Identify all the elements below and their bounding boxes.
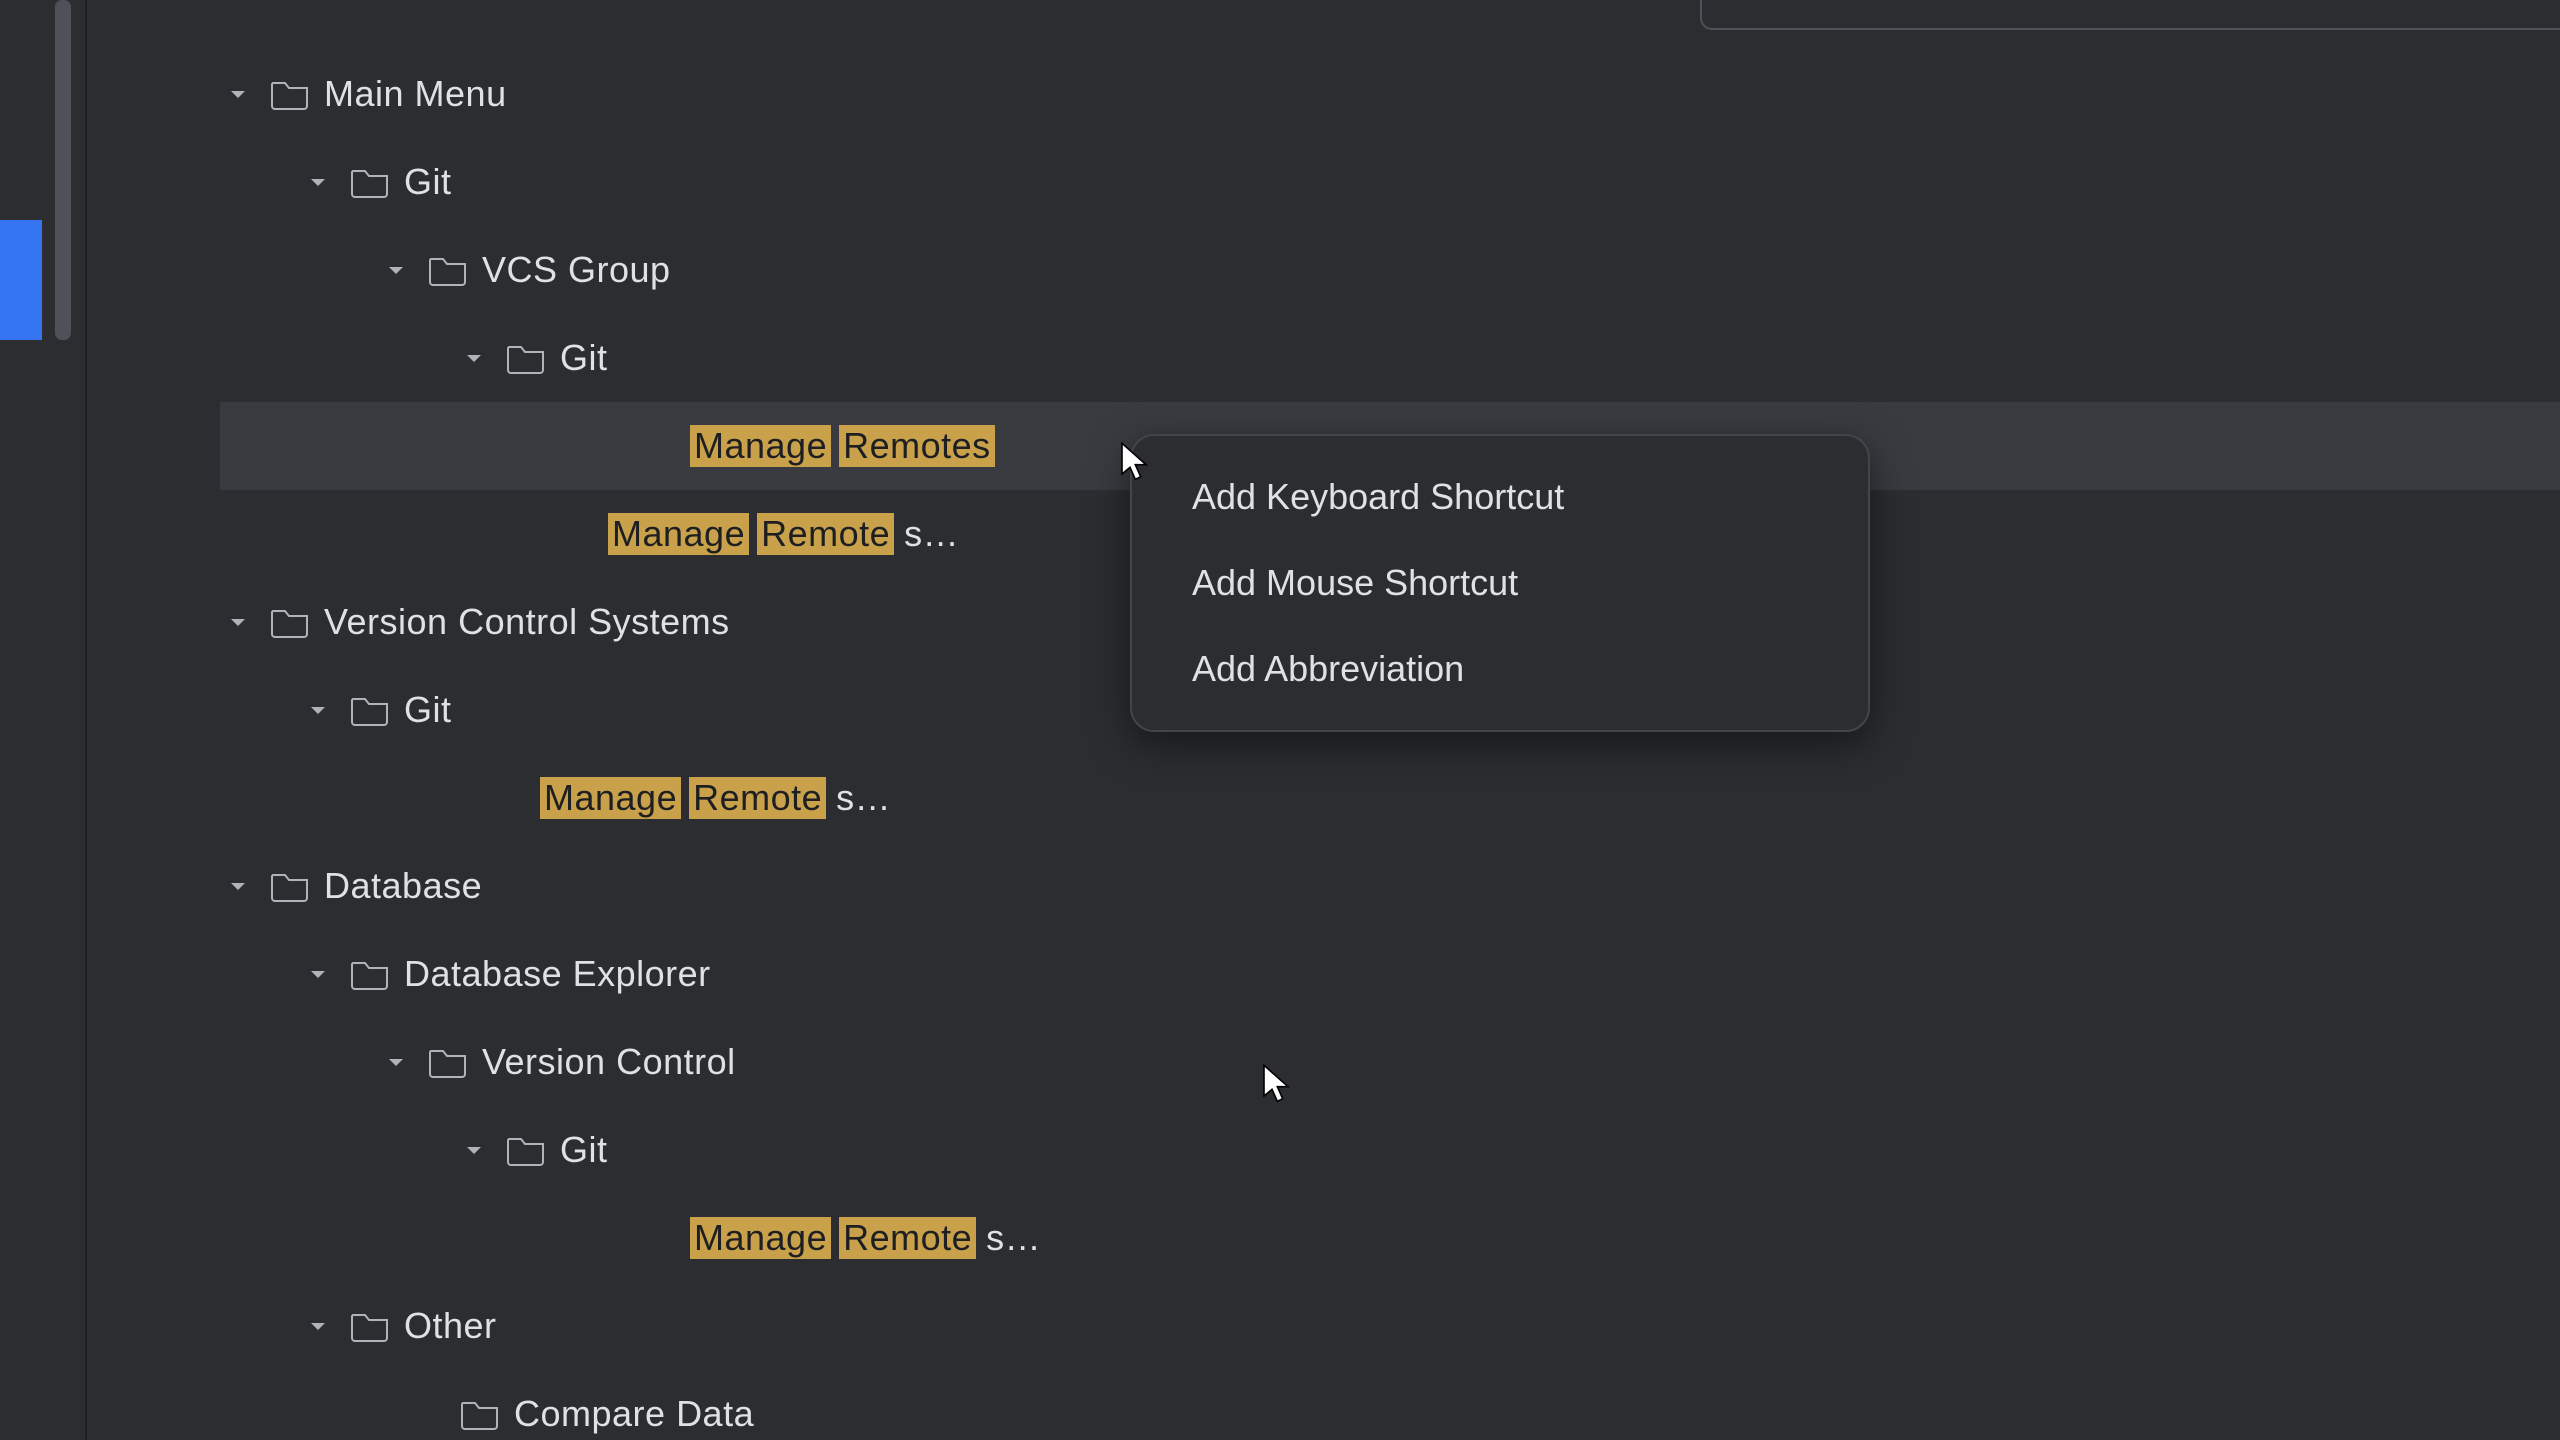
label-suffix: s… [836, 777, 891, 818]
label-suffix: s… [986, 1217, 1041, 1258]
tree-label: ManageRemotes… [690, 1217, 1041, 1259]
scrollbar-thumb[interactable] [55, 0, 71, 340]
folder-icon [270, 604, 310, 640]
folder-icon [350, 164, 390, 200]
folder-icon [270, 868, 310, 904]
tree-label: Main Menu [324, 73, 507, 115]
tree-label: Compare Data [514, 1393, 754, 1435]
tree-label: Database Explorer [404, 953, 711, 995]
tree-label: VCS Group [482, 249, 671, 291]
tree-node-git-inner[interactable]: Git [160, 314, 2560, 402]
tree-node-git[interactable]: Git [160, 138, 2560, 226]
folder-icon [506, 1132, 546, 1168]
left-gutter [0, 0, 85, 1440]
folder-icon [270, 76, 310, 112]
chevron-down-icon[interactable] [378, 252, 414, 288]
chevron-down-icon[interactable] [300, 692, 336, 728]
folder-icon [350, 692, 390, 728]
tree-label: ManageRemotes [690, 425, 995, 467]
selection-accent [0, 220, 42, 340]
chevron-down-icon[interactable] [220, 76, 256, 112]
tree-node-db-explorer[interactable]: Database Explorer [160, 930, 2560, 1018]
chevron-down-icon[interactable] [220, 868, 256, 904]
keymap-tree: Main Menu Git VCS Group Git Ma [160, 50, 2560, 1440]
chevron-down-icon[interactable] [300, 164, 336, 200]
tree-label: Version Control [482, 1041, 736, 1083]
search-highlight: Manage [690, 425, 831, 467]
search-highlight: Manage [608, 513, 749, 555]
tree-label: ManageRemotes… [540, 777, 891, 819]
tree-node-database[interactable]: Database [160, 842, 2560, 930]
folder-icon [506, 340, 546, 376]
menu-item-add-keyboard-shortcut[interactable]: Add Keyboard Shortcut [1132, 454, 1868, 540]
menu-item-add-abbreviation[interactable]: Add Abbreviation [1132, 626, 1868, 712]
folder-icon [350, 1308, 390, 1344]
tree-node-git-db[interactable]: Git [160, 1106, 2560, 1194]
tree-leaf-manage-remotes-db[interactable]: ManageRemotes… [160, 1194, 2560, 1282]
tree-label: Git [404, 161, 452, 203]
tree-node-version-control[interactable]: Version Control [160, 1018, 2560, 1106]
context-menu: Add Keyboard Shortcut Add Mouse Shortcut… [1130, 434, 1870, 732]
tree-node-main-menu[interactable]: Main Menu [160, 50, 2560, 138]
search-highlight: Remote [839, 1217, 976, 1259]
tree-label: Git [560, 337, 608, 379]
folder-icon [460, 1396, 500, 1432]
tree-label: Version Control Systems [324, 601, 730, 643]
chevron-down-icon[interactable] [378, 1044, 414, 1080]
search-box-outline[interactable] [1700, 0, 2560, 30]
tree-leaf-manage-remotes-vcs[interactable]: ManageRemotes… [160, 754, 2560, 842]
tree-label: Other [404, 1305, 497, 1347]
menu-item-add-mouse-shortcut[interactable]: Add Mouse Shortcut [1132, 540, 1868, 626]
tree-node-other[interactable]: Other [160, 1282, 2560, 1370]
tree-label: ManageRemotes… [608, 513, 959, 555]
chevron-down-icon[interactable] [220, 604, 256, 640]
search-highlight: Manage [690, 1217, 831, 1259]
chevron-down-icon[interactable] [300, 1308, 336, 1344]
search-highlight: Manage [540, 777, 681, 819]
search-highlight: Remotes [839, 425, 995, 467]
folder-icon [350, 956, 390, 992]
folder-icon [428, 1044, 468, 1080]
panel-divider [85, 0, 87, 1440]
tree-label: Git [404, 689, 452, 731]
search-highlight: Remote [689, 777, 826, 819]
chevron-down-icon[interactable] [300, 956, 336, 992]
chevron-down-icon[interactable] [456, 1132, 492, 1168]
chevron-down-icon[interactable] [456, 340, 492, 376]
label-suffix: s… [904, 513, 959, 554]
tree-label: Database [324, 865, 482, 907]
folder-icon [428, 252, 468, 288]
tree-node-vcs-group[interactable]: VCS Group [160, 226, 2560, 314]
search-highlight: Remote [757, 513, 894, 555]
tree-label: Git [560, 1129, 608, 1171]
tree-leaf-compare-data[interactable]: Compare Data [160, 1370, 2560, 1440]
